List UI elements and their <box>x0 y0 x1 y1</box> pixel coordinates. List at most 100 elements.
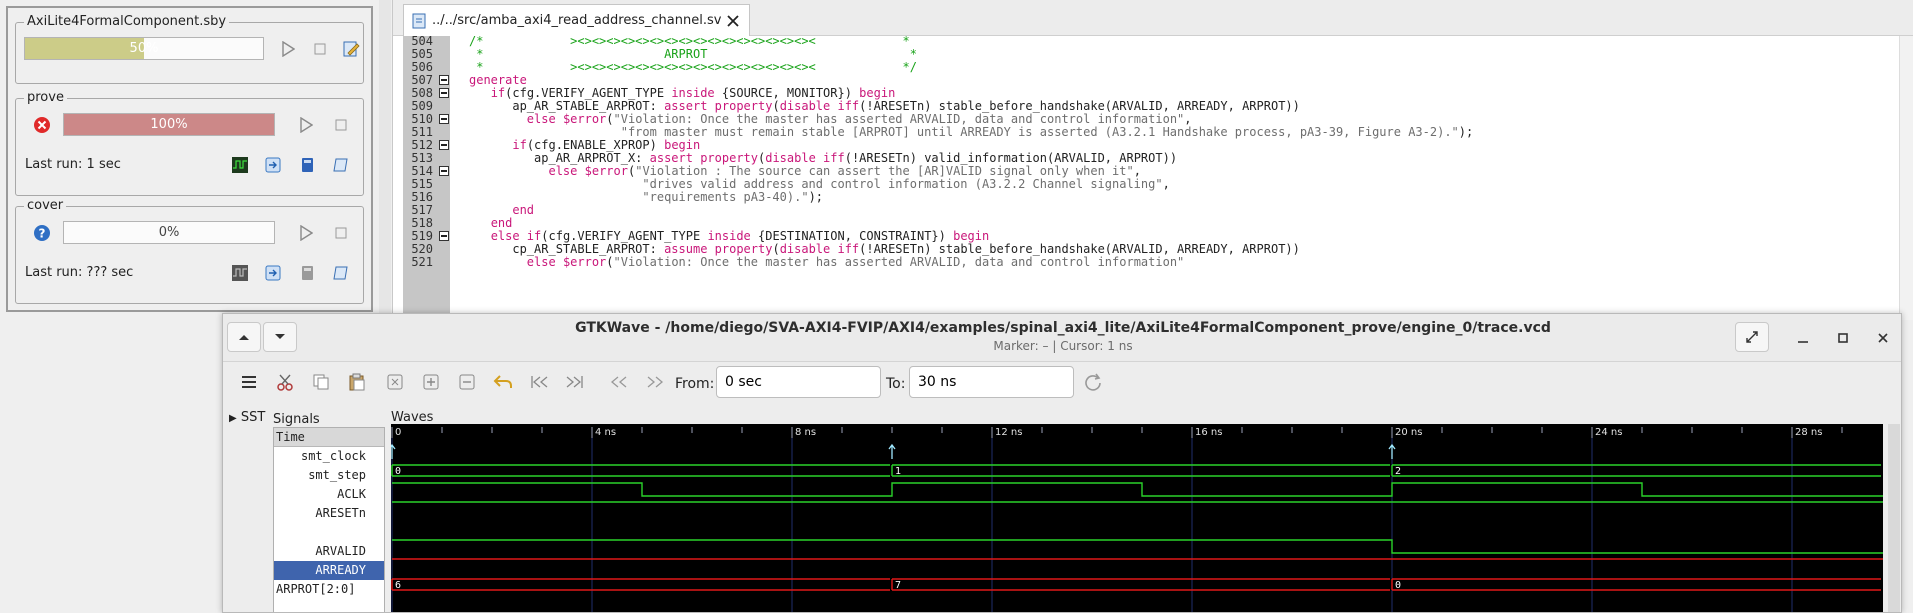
cover-log-icon[interactable] <box>297 263 317 283</box>
hamburger-menu-icon[interactable] <box>237 370 261 394</box>
zoom-in-icon[interactable] <box>419 370 443 394</box>
editor-tab-strip: ../../src/amba_axi4_read_address_channel… <box>393 0 1913 36</box>
code-token: ( <box>606 255 614 269</box>
signal-row[interactable]: ARPROT[2:0] <box>274 580 384 599</box>
prove-group: prove 100% Last run: 1 sec <box>15 90 364 196</box>
waveform-view[interactable]: 0 4 ns 8 ns 12 ns 16 ns 20 ns 24 ns 28 ns 0 1 2 6 7 0 <box>391 424 1883 613</box>
fullscreen-button[interactable] <box>1735 322 1769 352</box>
from-label: From: <box>675 376 715 392</box>
gtkwave-marker-cursor: Marker: – | Cursor: 1 ns <box>993 339 1133 353</box>
gtkwave-title: GTKWave - /home/diego/SVA-AXI4-FVIP/AXI4… <box>575 320 1551 336</box>
reload-icon[interactable] <box>1081 370 1105 394</box>
zoom-end-icon[interactable] <box>563 370 587 394</box>
cover-progress-bar: 0% <box>63 221 275 244</box>
overall-progress-bar: 50% <box>24 37 264 60</box>
arprot-value: 7 <box>895 580 901 591</box>
prev-edge-icon[interactable] <box>607 370 631 394</box>
error-x-icon <box>32 115 52 135</box>
gtkwave-titlebar[interactable]: GTKWave - /home/diego/SVA-AXI4-FVIP/AXI4… <box>223 314 1901 362</box>
gtkwave-toolbar: From: To: <box>223 362 1901 402</box>
waveform-scrollbar[interactable] <box>1888 424 1900 612</box>
sby-file-group: AxiLite4FormalComponent.sby 50% <box>15 14 364 84</box>
signal-row[interactable]: ARVALID <box>274 542 384 561</box>
code-area[interactable]: 504/* ><><><><><><><><><><><><><><><><><… <box>403 36 1893 320</box>
run-prove-button[interactable] <box>296 115 316 135</box>
close-icon[interactable] <box>727 14 740 27</box>
cover-open-icon[interactable] <box>263 263 283 283</box>
file-icon <box>412 13 426 28</box>
line-number: 521 <box>411 255 433 269</box>
sst-expander[interactable]: ▶ SST <box>229 410 265 425</box>
arprot-value: 6 <box>395 580 401 591</box>
editor-scrollbar[interactable] <box>1899 36 1913 320</box>
signal-list[interactable]: Time smt_clock smt_step ACLK ARESETn ARVALID A… <box>273 427 385 612</box>
time-tick-label: 20 ns <box>1395 427 1422 438</box>
maximize-icon[interactable] <box>1831 326 1855 350</box>
copy-icon[interactable] <box>309 370 333 394</box>
editor-tab[interactable]: ../../src/amba_axi4_read_address_channel… <box>403 4 751 36</box>
signal-header[interactable]: Time <box>274 428 384 447</box>
time-tick-label: 28 ns <box>1795 427 1822 438</box>
zoom-out-icon[interactable] <box>455 370 479 394</box>
next-edge-icon[interactable] <box>643 370 667 394</box>
edit-file-icon[interactable] <box>341 39 361 59</box>
time-tick-label: 16 ns <box>1195 427 1222 438</box>
fold-toggle-icon[interactable] <box>439 88 449 98</box>
cover-wave-icon[interactable] <box>230 263 250 283</box>
signal-row[interactable] <box>274 523 384 542</box>
minimize-icon[interactable] <box>1791 326 1815 350</box>
signals-label: Signals <box>273 412 320 427</box>
signal-row[interactable]: smt_step <box>274 466 384 485</box>
cover-notes-icon[interactable] <box>331 263 351 283</box>
to-label: To: <box>886 376 906 392</box>
smt-step-value: 2 <box>1395 466 1401 477</box>
run-all-button[interactable] <box>278 39 298 59</box>
svg-text:?: ? <box>39 227 46 241</box>
expander-arrow-icon: ▶ <box>229 413 237 424</box>
panel-splitter[interactable] <box>379 0 391 320</box>
fold-toggle-icon[interactable] <box>439 75 449 85</box>
run-cover-button[interactable] <box>296 223 316 243</box>
undo-zoom-icon[interactable] <box>491 370 515 394</box>
signal-row[interactable]: ARREADY <box>274 561 384 580</box>
question-icon: ? <box>32 223 52 243</box>
stop-prove-button[interactable] <box>331 115 351 135</box>
prove-open-icon[interactable] <box>263 155 283 175</box>
scroll-down-button[interactable] <box>263 322 297 352</box>
fold-toggle-icon[interactable] <box>439 140 449 150</box>
stop-cover-button[interactable] <box>331 223 351 243</box>
gtkwave-window: GTKWave - /home/diego/SVA-AXI4-FVIP/AXI4… <box>222 313 1902 613</box>
prove-notes-icon[interactable] <box>331 155 351 175</box>
scroll-up-button[interactable] <box>227 322 261 352</box>
signal-row[interactable]: ACLK <box>274 485 384 504</box>
stop-all-button[interactable] <box>310 39 330 59</box>
prove-wave-icon[interactable] <box>230 155 250 175</box>
zoom-fit-icon[interactable] <box>383 370 407 394</box>
code-token: "Violation: Once the master has asserted… <box>613 255 1185 269</box>
signal-row[interactable]: smt_clock <box>274 447 384 466</box>
cut-icon[interactable] <box>273 370 297 394</box>
code-token: $error <box>562 255 607 269</box>
fold-toggle-icon[interactable] <box>439 114 449 124</box>
cover-title: cover <box>24 198 67 213</box>
paste-icon[interactable] <box>345 370 369 394</box>
editor-tab-label: ../../src/amba_axi4_read_address_channel… <box>432 13 722 28</box>
zoom-begin-icon[interactable] <box>527 370 551 394</box>
prove-progress-bar: 100% <box>63 113 275 136</box>
fold-toggle-icon[interactable] <box>439 231 449 241</box>
close-window-icon[interactable] <box>1871 326 1895 350</box>
to-input[interactable] <box>909 366 1074 398</box>
overall-progress-text: 50% <box>129 41 159 56</box>
prove-title: prove <box>24 90 67 105</box>
cover-last-run: Last run: ??? sec <box>25 265 134 280</box>
fold-toggle-icon[interactable] <box>439 166 449 176</box>
cover-progress-text: 0% <box>158 225 180 240</box>
signal-row[interactable]: ARESETn <box>274 504 384 523</box>
code-token: else <box>526 255 556 269</box>
time-tick-label: 24 ns <box>1595 427 1622 438</box>
prove-log-icon[interactable] <box>297 155 317 175</box>
from-input[interactable] <box>716 366 881 398</box>
sby-file-title: AxiLite4FormalComponent.sby <box>24 14 230 29</box>
